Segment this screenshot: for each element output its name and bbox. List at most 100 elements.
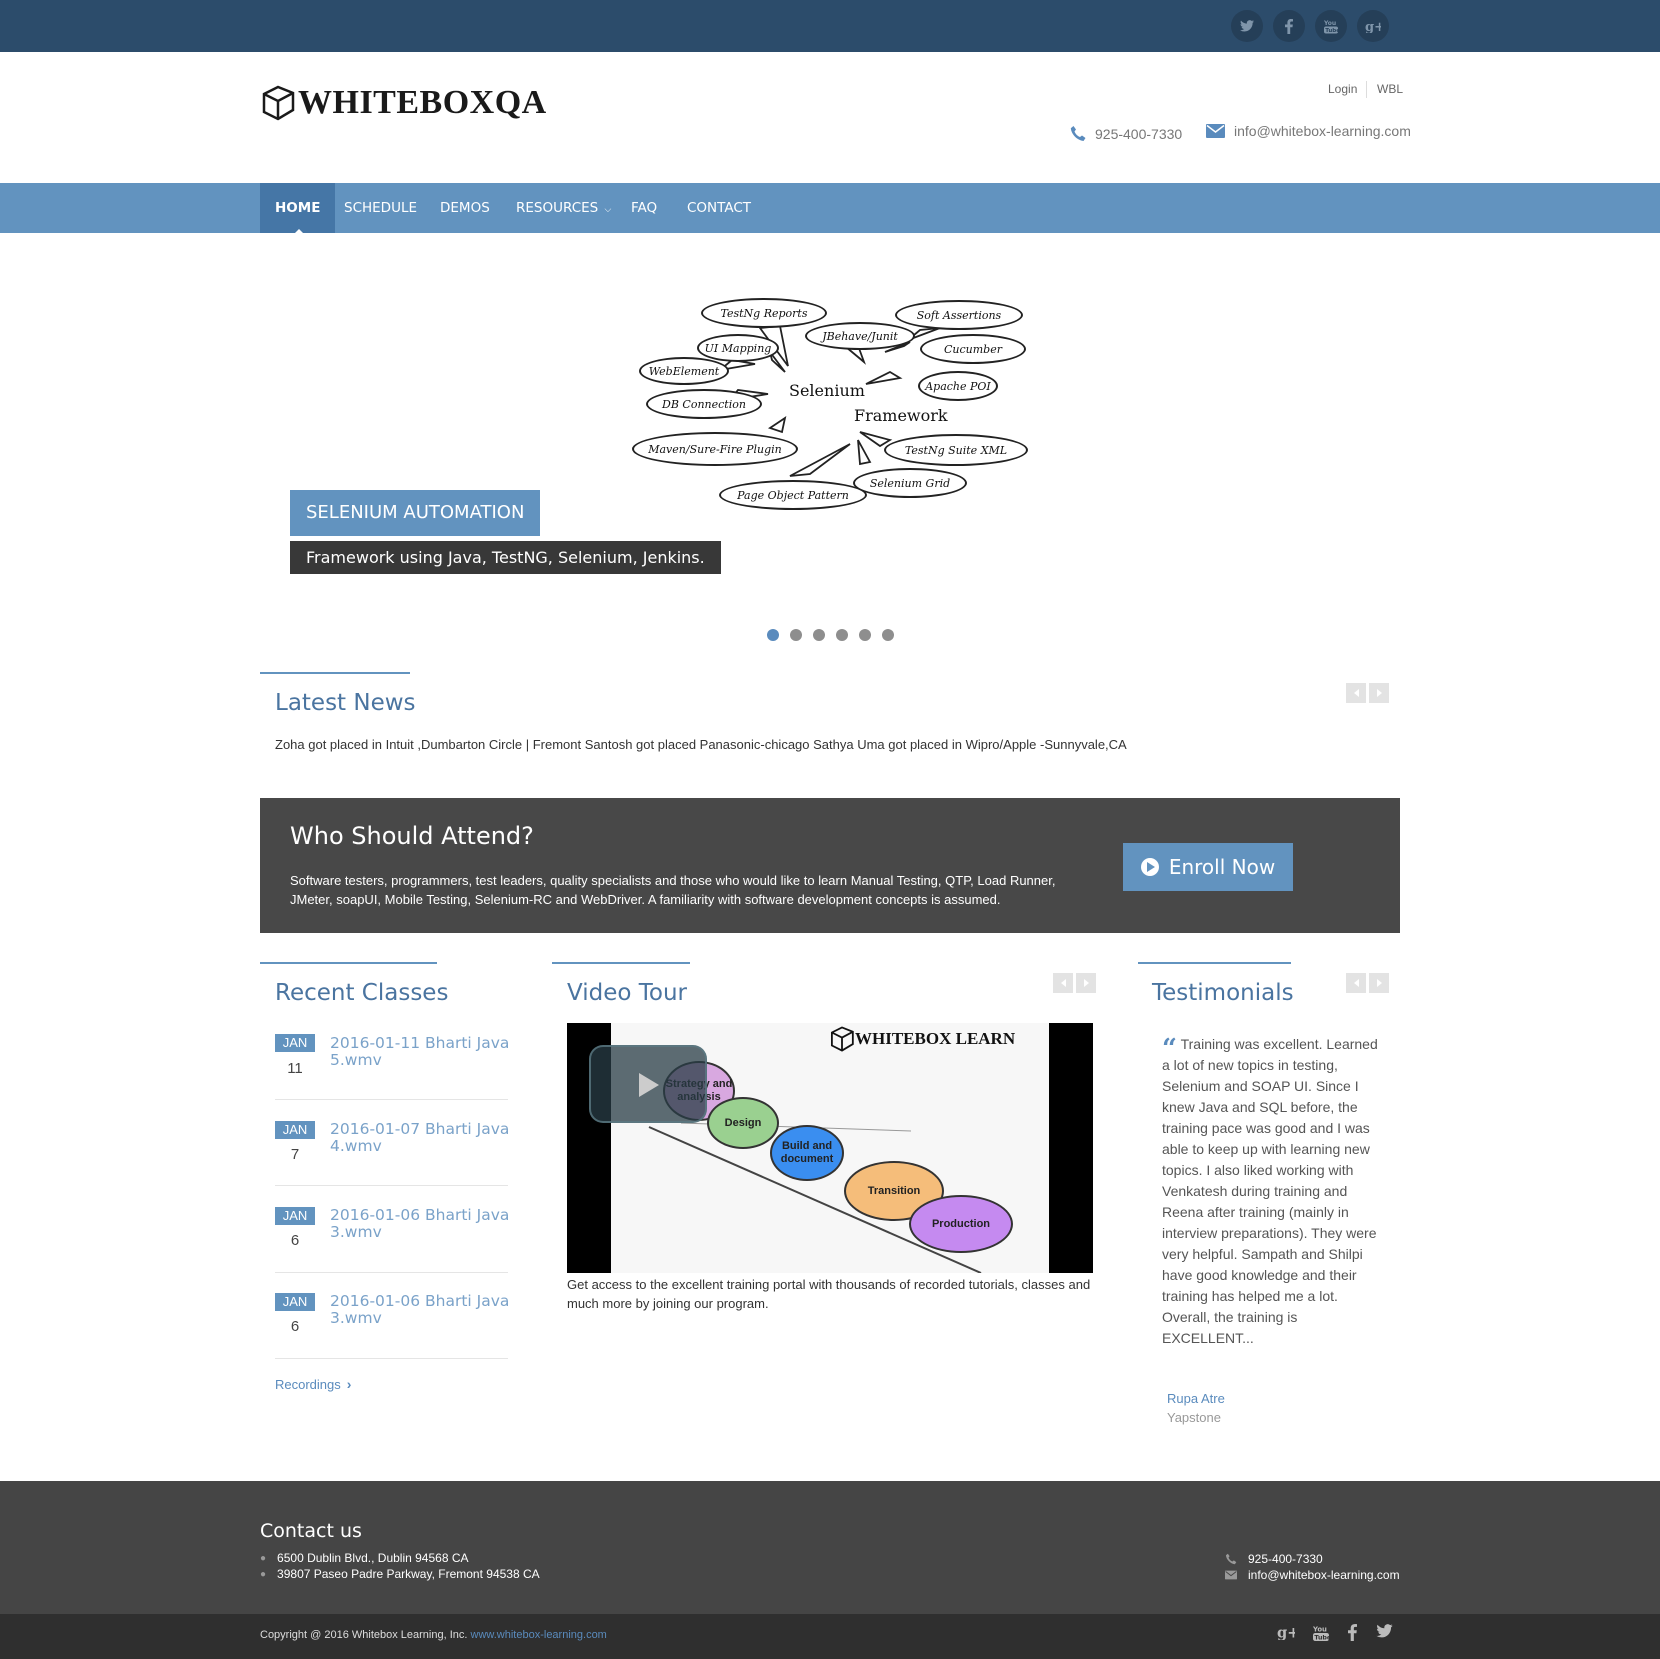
class-day: 6 [290,1232,300,1249]
phone-icon [1070,126,1086,141]
enroll-now-label: Enroll Now [1168,855,1276,879]
video-player[interactable]: WHITEBOX LEARN Strategy and analysis Des… [567,1023,1093,1273]
testimonials-next-button[interactable] [1369,973,1389,993]
play-button-icon[interactable] [589,1045,707,1123]
arrow-left-icon [1353,689,1359,697]
nav-home[interactable]: HOME [260,183,336,234]
twitter-icon[interactable] [1231,10,1263,42]
recordings-link[interactable]: Recordings › [275,1376,351,1392]
slider-dot-3[interactable] [813,629,825,641]
divider [275,1185,508,1186]
recordings-label: Recordings [275,1376,341,1392]
chevron-down-icon: ⌵ [604,205,612,215]
nav-home-label: HOME [275,200,321,216]
news-prev-button[interactable] [1346,683,1366,703]
arrow-left-icon [1060,979,1066,987]
envelope-icon [1206,124,1225,138]
stage-build: Build and document [770,1125,844,1181]
news-next-button[interactable] [1369,683,1389,703]
phone-icon [1225,1553,1237,1565]
attend-text: Software testers, programmers, test lead… [290,873,1056,907]
svg-text:g+: g+ [1277,1625,1295,1640]
nav-contact[interactable]: CONTACT [687,183,751,233]
wbl-link[interactable]: WBL [1377,82,1403,96]
svg-text:You: You [1324,20,1336,27]
class-month: JAN [275,1121,315,1139]
footer-title: Contact us [260,1520,362,1542]
header-email[interactable]: info@whitebox-learning.com [1206,123,1411,139]
latest-news-title: Latest News [275,690,416,716]
class-link[interactable]: 2016-01-06 Bharti Java 3.wmv [330,1207,510,1241]
slider-dot-2[interactable] [790,629,802,641]
header-email-text: info@whitebox-learning.com [1234,123,1411,139]
svg-text:You: You [1313,1625,1327,1633]
arrow-right-icon [1376,979,1382,987]
map-marker-icon: ● [260,1568,267,1580]
divider [275,1272,508,1273]
google-plus-icon[interactable]: g+ [1357,10,1389,42]
header-phone: 925-400-7330 [1070,125,1182,142]
slide-subtitle: Framework using Java, TestNG, Selenium, … [290,541,721,574]
slider-dot-1[interactable] [767,629,779,641]
top-bar: YouTube g+ [0,0,1660,52]
footer-email[interactable]: info@whitebox-learning.com [1225,1568,1400,1582]
section-underline [260,962,437,964]
facebook-icon[interactable] [1348,1624,1357,1646]
main-nav: HOME SCHEDULE DEMOS RESOURCES ⌵ FAQ CONT… [0,183,1660,234]
video-watermark: WHITEBOX LEARN [829,1025,1015,1053]
bubble-apache-poi: Apache POI [918,371,998,401]
enroll-now-button[interactable]: Enroll Now [1123,843,1293,891]
testimonial-quote: “ Training was excellent. Learned a lot … [1162,1034,1387,1349]
class-link[interactable]: 2016-01-11 Bharti Java 5.wmv [330,1035,510,1069]
divider [1366,81,1367,98]
login-link[interactable]: Login [1328,82,1357,96]
slider-dot-5[interactable] [859,629,871,641]
nav-resources[interactable]: RESOURCES ⌵ [516,183,611,233]
slider-dot-6[interactable] [882,629,894,641]
class-month: JAN [275,1293,315,1311]
divider [275,1099,508,1100]
arrow-left-icon [1353,979,1359,987]
bubble-selenium-grid: Selenium Grid [853,468,967,498]
nav-schedule[interactable]: SCHEDULE [344,183,417,233]
bubble-maven-plugin: Maven/Sure-Fire Plugin [632,432,798,466]
twitter-icon[interactable] [1376,1624,1393,1643]
slider-dot-4[interactable] [836,629,848,641]
class-day: 7 [290,1146,300,1163]
logo-text: WHITEBOXQA [298,84,547,121]
bubble-page-object-pattern: Page Object Pattern [719,480,867,510]
bubble-webelement: WebElement [639,357,729,385]
header-phone-text: 925-400-7330 [1095,125,1183,142]
testimonial-company: Yapstone [1167,1410,1221,1425]
facebook-icon[interactable] [1273,10,1305,42]
bubble-soft-assertions: Soft Assertions [895,300,1023,330]
youtube-icon[interactable]: YouTube [1312,1624,1331,1647]
arrow-right-icon [1083,979,1089,987]
logo[interactable]: WHITEBOXQA [260,84,547,122]
bubble-testng-reports: TestNg Reports [701,298,827,328]
copyright: Copyright @ 2016 Whitebox Learning, Inc.… [260,1629,607,1641]
class-link[interactable]: 2016-01-06 Bharti Java 3.wmv [330,1293,510,1327]
site-link[interactable]: www.whitebox-learning.com [471,1629,607,1641]
youtube-icon[interactable]: YouTube [1315,10,1347,42]
video-caption: Get access to the excellent training por… [567,1277,1091,1311]
nav-demos[interactable]: DEMOS [440,183,490,233]
cube-logo-icon [262,85,295,121]
map-marker-icon: ● [260,1552,267,1564]
nav-faq[interactable]: FAQ [631,183,657,233]
google-plus-icon[interactable]: g+ [1277,1624,1299,1645]
slide-image: TestNg Reports Soft Assertions JBehave/J… [620,290,1040,520]
video-prev-button[interactable] [1053,973,1073,993]
class-link[interactable]: 2016-01-07 Bharti Java 4.wmv [330,1121,510,1155]
testimonials-prev-button[interactable] [1346,973,1366,993]
cube-logo-icon [830,1026,854,1052]
play-circle-icon [1140,858,1159,876]
address-1-text: 6500 Dublin Blvd., Dublin 94568 CA [277,1551,469,1565]
footer-phone-text: 925-400-7330 [1248,1552,1323,1566]
bubble-testng-suite-xml: TestNg Suite XML [884,434,1028,466]
stage-production: Production [909,1195,1013,1253]
video-next-button[interactable] [1076,973,1096,993]
video-tour-title: Video Tour [567,980,687,1006]
footer-phone: 925-400-7330 [1225,1552,1323,1566]
latest-news-text: Zoha got placed in Intuit ,Dumbarton Cir… [275,737,1127,752]
